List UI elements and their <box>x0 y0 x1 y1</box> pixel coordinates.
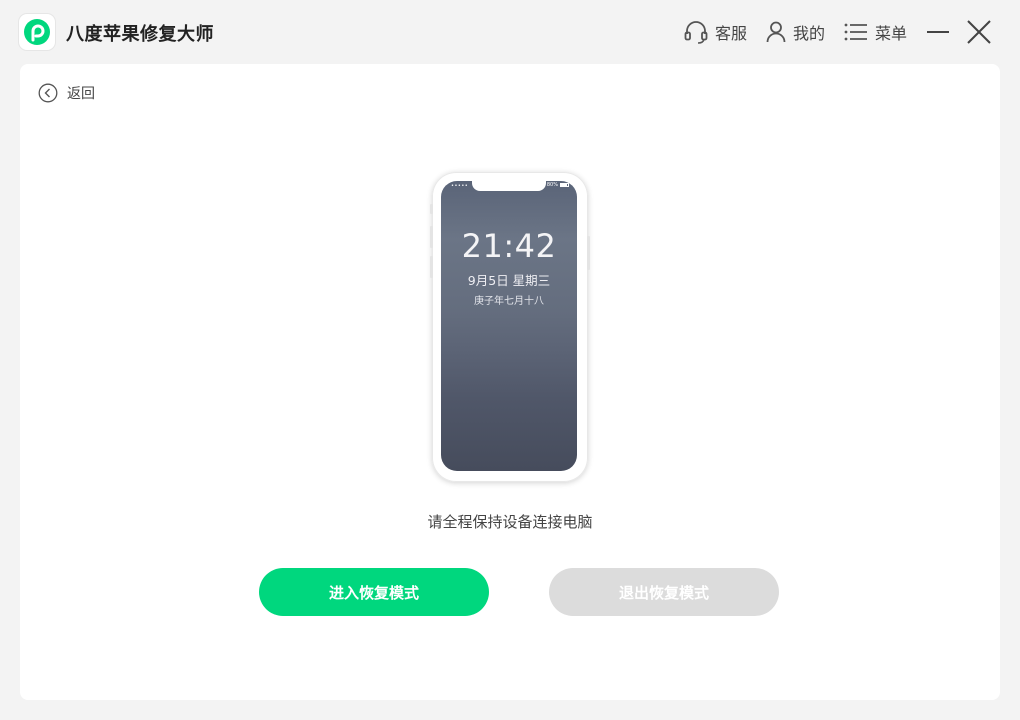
exit-recovery-mode-button[interactable]: 退出恢复模式 <box>549 568 779 616</box>
title-bar: 八度苹果修复大师 客服 我的 菜单 <box>0 0 1020 64</box>
connection-hint: 请全程保持设备连接电脑 <box>427 513 593 531</box>
enter-recovery-mode-button[interactable]: 进入恢复模式 <box>259 568 489 616</box>
phone-illustration: ••••• 80% 21:42 9月5日 星期三 庚子年七月十八 <box>430 172 590 482</box>
phone-power-button <box>587 236 590 270</box>
battery-icon <box>560 183 569 187</box>
minimize-icon <box>927 31 949 33</box>
lock-screen-date: 9月5日 星期三 <box>467 273 551 288</box>
user-icon <box>766 21 786 43</box>
lock-screen-time: 21:42 <box>461 227 557 265</box>
phone-mute-switch <box>430 204 433 214</box>
menu-button[interactable]: 菜单 <box>843 18 907 46</box>
menu-label: 菜单 <box>875 24 908 43</box>
phone-notch <box>472 181 546 191</box>
main-panel: 返回 ••••• 80% 21:42 9月5日 星期三 庚子年七月十八 请全程保… <box>20 64 1000 700</box>
phone-lock-screen: ••••• 80% 21:42 9月5日 星期三 庚子年七月十八 <box>441 181 577 471</box>
back-button[interactable]: 返回 <box>38 82 95 104</box>
app-logo-icon <box>24 19 50 45</box>
app-logo <box>19 14 55 50</box>
support-button[interactable]: 客服 <box>683 18 747 46</box>
battery-percent: 80% <box>546 182 558 188</box>
phone-volume-up <box>430 226 433 248</box>
signal-indicator: ••••• <box>451 183 469 189</box>
account-label: 我的 <box>793 24 826 43</box>
app-title: 八度苹果修复大师 <box>66 24 214 45</box>
menu-list-icon <box>844 23 867 41</box>
phone-volume-down <box>430 256 433 278</box>
close-icon <box>967 20 991 44</box>
back-label: 返回 <box>67 86 95 102</box>
account-button[interactable]: 我的 <box>765 18 825 46</box>
headset-icon <box>684 21 708 44</box>
back-arrow-icon <box>38 83 58 103</box>
battery-indicator: 80% <box>547 182 569 188</box>
minimize-button[interactable] <box>924 18 952 46</box>
lock-screen-lunar-date: 庚子年七月十八 <box>474 296 544 307</box>
support-label: 客服 <box>715 24 748 43</box>
close-button[interactable] <box>965 18 993 46</box>
